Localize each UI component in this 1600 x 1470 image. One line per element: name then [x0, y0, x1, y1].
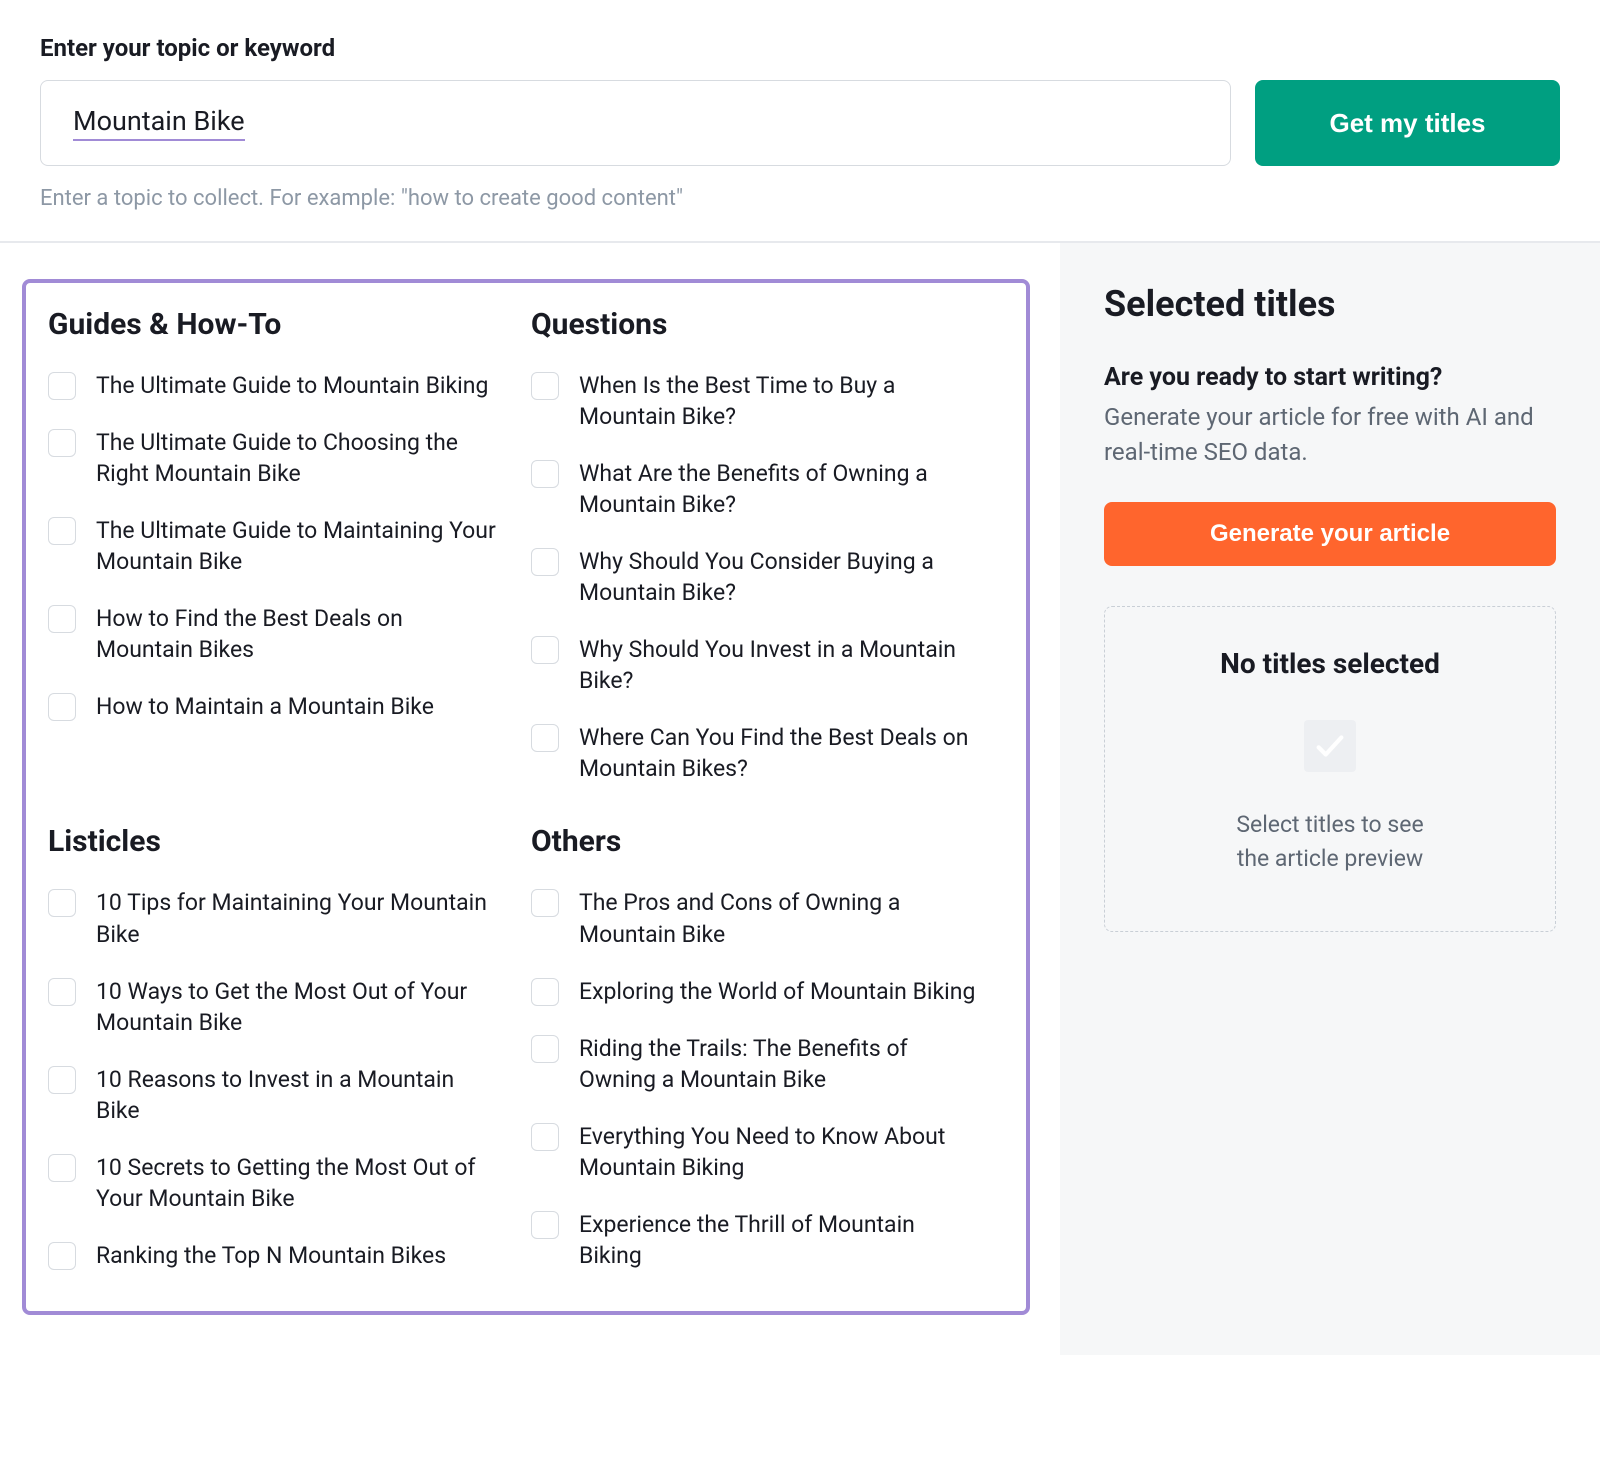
- title-item: Why Should You Consider Buying a Mountai…: [531, 546, 1004, 608]
- title-item: Everything You Need to Know About Mounta…: [531, 1121, 1004, 1183]
- title-text: The Ultimate Guide to Maintaining Your M…: [96, 515, 496, 577]
- title-item: Experience the Thrill of Mountain Biking: [531, 1209, 1004, 1271]
- title-checkbox[interactable]: [48, 605, 76, 633]
- title-checkbox[interactable]: [48, 372, 76, 400]
- generate-article-button[interactable]: Generate your article: [1104, 502, 1556, 566]
- title-text: The Ultimate Guide to Choosing the Right…: [96, 427, 496, 489]
- no-titles-box: No titles selected Select titles to see …: [1104, 606, 1556, 932]
- no-titles-desc: Select titles to see the article preview: [1129, 808, 1531, 877]
- title-text: When Is the Best Time to Buy a Mountain …: [579, 370, 979, 432]
- topic-input-value: Mountain Bike: [73, 105, 245, 141]
- title-text: Why Should You Invest in a Mountain Bike…: [579, 634, 979, 696]
- title-item: The Ultimate Guide to Choosing the Right…: [48, 427, 521, 489]
- title-text: Everything You Need to Know About Mounta…: [579, 1121, 979, 1183]
- title-checkbox[interactable]: [531, 372, 559, 400]
- title-checkbox[interactable]: [48, 693, 76, 721]
- check-icon: [1304, 720, 1356, 772]
- title-text: Riding the Trails: The Benefits of Ownin…: [579, 1033, 979, 1095]
- title-text: Where Can You Find the Best Deals on Mou…: [579, 722, 979, 784]
- title-item: Why Should You Invest in a Mountain Bike…: [531, 634, 1004, 696]
- category-column: Listicles 10 Tips for Maintaining Your Mo…: [48, 824, 521, 1270]
- topic-hint-prefix: Enter a topic to collect. For example:: [40, 186, 401, 211]
- title-item: 10 Secrets to Getting the Most Out of Yo…: [48, 1152, 521, 1214]
- title-checkbox[interactable]: [531, 1123, 559, 1151]
- category-title: Questions: [531, 307, 1004, 342]
- main-area: Guides & How-To The Ultimate Guide to Mou…: [0, 243, 1600, 1355]
- category-column: Questions When Is the Best Time to Buy a …: [531, 307, 1004, 784]
- ready-desc: Generate your article for free with AI a…: [1104, 400, 1556, 470]
- category-column: Others The Pros and Cons of Owning a Moun…: [531, 824, 1004, 1270]
- topic-input[interactable]: Mountain Bike: [40, 80, 1231, 166]
- title-item: The Pros and Cons of Owning a Mountain B…: [531, 887, 1004, 949]
- title-item: 10 Reasons to Invest in a Mountain Bike: [48, 1064, 521, 1126]
- title-item: Exploring the World of Mountain Biking: [531, 976, 1004, 1007]
- title-text: 10 Tips for Maintaining Your Mountain Bi…: [96, 887, 496, 949]
- title-checkbox[interactable]: [48, 978, 76, 1006]
- title-item: 10 Ways to Get the Most Out of Your Moun…: [48, 976, 521, 1038]
- title-item: The Ultimate Guide to Mountain Biking: [48, 370, 521, 401]
- title-text: What Are the Benefits of Owning a Mounta…: [579, 458, 979, 520]
- titles-column: Guides & How-To The Ultimate Guide to Mou…: [0, 243, 1060, 1355]
- category-title: Listicles: [48, 824, 521, 859]
- get-titles-button[interactable]: Get my titles: [1255, 80, 1560, 166]
- title-checkbox[interactable]: [531, 1211, 559, 1239]
- title-checkbox[interactable]: [48, 1066, 76, 1094]
- title-item: Ranking the Top N Mountain Bikes: [48, 1240, 521, 1271]
- topic-section: Enter your topic or keyword Mountain Bik…: [0, 0, 1600, 243]
- title-checkbox[interactable]: [531, 889, 559, 917]
- title-checkbox[interactable]: [531, 460, 559, 488]
- title-text: Why Should You Consider Buying a Mountai…: [579, 546, 979, 608]
- category-column: Guides & How-To The Ultimate Guide to Mou…: [48, 307, 521, 784]
- title-text: How to Find the Best Deals on Mountain B…: [96, 603, 496, 665]
- title-checkbox[interactable]: [531, 548, 559, 576]
- topic-row: Mountain Bike Get my titles: [40, 80, 1560, 166]
- title-text: 10 Secrets to Getting the Most Out of Yo…: [96, 1152, 496, 1214]
- title-text: Ranking the Top N Mountain Bikes: [96, 1240, 446, 1271]
- title-checkbox[interactable]: [48, 1154, 76, 1182]
- title-text: Exploring the World of Mountain Biking: [579, 976, 975, 1007]
- title-item: 10 Tips for Maintaining Your Mountain Bi…: [48, 887, 521, 949]
- topic-hint-example: "how to create good content": [401, 186, 683, 211]
- title-checkbox[interactable]: [48, 429, 76, 457]
- category-title: Guides & How-To: [48, 307, 521, 342]
- title-item: How to Find the Best Deals on Mountain B…: [48, 603, 521, 665]
- selected-heading: Selected titles: [1104, 283, 1556, 325]
- topic-label: Enter your topic or keyword: [40, 34, 1560, 62]
- title-text: The Ultimate Guide to Mountain Biking: [96, 370, 488, 401]
- title-checkbox[interactable]: [531, 636, 559, 664]
- topic-hint: Enter a topic to collect. For example: "…: [40, 186, 1560, 211]
- ready-heading: Are you ready to start writing?: [1104, 363, 1556, 392]
- title-item: Where Can You Find the Best Deals on Mou…: [531, 722, 1004, 784]
- title-checkbox[interactable]: [531, 978, 559, 1006]
- categories-box: Guides & How-To The Ultimate Guide to Mou…: [22, 279, 1030, 1315]
- no-titles-heading: No titles selected: [1129, 647, 1531, 680]
- title-item: Riding the Trails: The Benefits of Ownin…: [531, 1033, 1004, 1095]
- title-item: How to Maintain a Mountain Bike: [48, 691, 521, 722]
- title-text: Experience the Thrill of Mountain Biking: [579, 1209, 979, 1271]
- title-text: 10 Reasons to Invest in a Mountain Bike: [96, 1064, 496, 1126]
- title-checkbox[interactable]: [531, 724, 559, 752]
- title-checkbox[interactable]: [48, 889, 76, 917]
- selected-sidebar: Selected titles Are you ready to start w…: [1060, 243, 1600, 1355]
- title-item: What Are the Benefits of Owning a Mounta…: [531, 458, 1004, 520]
- title-checkbox[interactable]: [531, 1035, 559, 1063]
- title-item: The Ultimate Guide to Maintaining Your M…: [48, 515, 521, 577]
- title-checkbox[interactable]: [48, 517, 76, 545]
- category-title: Others: [531, 824, 1004, 859]
- title-text: The Pros and Cons of Owning a Mountain B…: [579, 887, 979, 949]
- title-checkbox[interactable]: [48, 1242, 76, 1270]
- title-item: When Is the Best Time to Buy a Mountain …: [531, 370, 1004, 432]
- title-text: 10 Ways to Get the Most Out of Your Moun…: [96, 976, 496, 1038]
- title-text: How to Maintain a Mountain Bike: [96, 691, 434, 722]
